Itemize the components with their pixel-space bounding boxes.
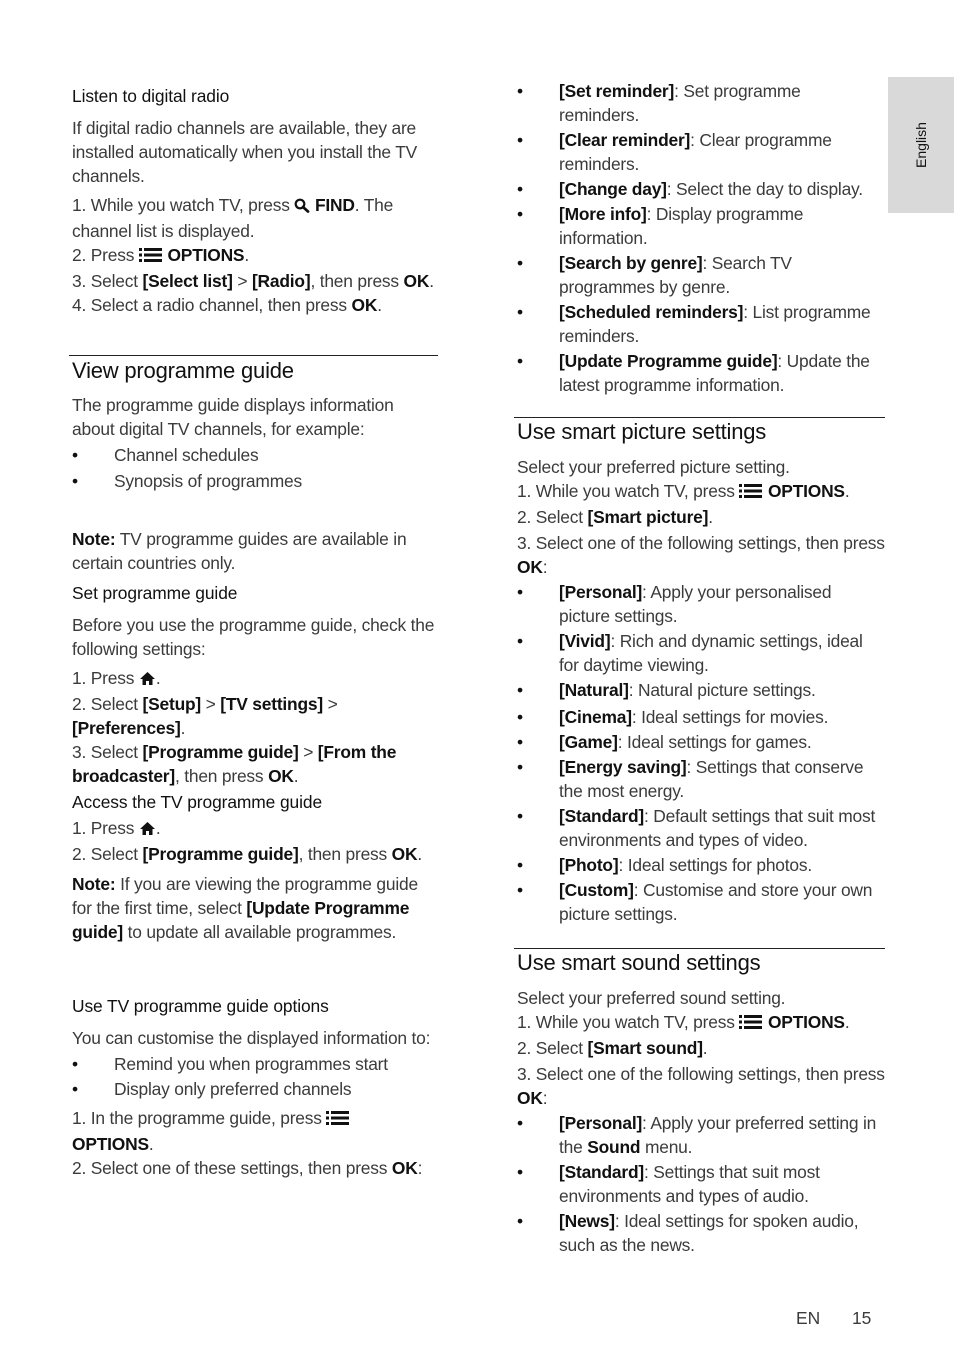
guide-options-step-2: 2. Select one of these settings, then pr… (72, 1158, 423, 1178)
access-guide-step-1: 1. Press . (72, 816, 438, 842)
access-guide-body: 1. Press . 2. Select [Programme guide], … (72, 816, 438, 944)
list-item: • [Scheduled reminders]: List programme r… (517, 302, 871, 346)
radio-step-1: 1. While you watch TV, press FIND. The c… (72, 195, 394, 241)
section-title-access-guide: Access the TV programme guide (72, 792, 323, 812)
list-item: • [Cinema]: Ideal settings for movies. (517, 707, 829, 727)
list-item: • [Game]: Ideal settings for games. (517, 732, 812, 752)
set-guide-step-3: 3. Select [Programme guide] > [From the … (72, 742, 397, 786)
guide-options-step-1: 1. In the programme guide, press OPTIONS… (72, 1106, 438, 1156)
guide-options-body: You can customise the displayed informat… (72, 1026, 438, 1180)
footer-language: EN (796, 1308, 821, 1328)
digital-radio-intro: If digital radio channels are available,… (72, 118, 418, 186)
options-menu-icon (739, 1012, 763, 1036)
set-guide-step-2: 2. Select [Setup] > [TV settings] > [Pre… (72, 694, 338, 738)
access-guide-note: Note: If you are viewing the programme g… (72, 874, 418, 942)
heading-view-programme-guide: View programme guide (72, 358, 294, 383)
list-item: • Display only preferred channels (72, 1079, 352, 1099)
radio-step-2: 2. Press OPTIONS. (72, 243, 438, 269)
set-guide-step-1: 1. Press . (72, 666, 438, 692)
language-tab-label: English (913, 122, 929, 168)
options-menu-icon (739, 481, 763, 505)
section-title-digital-radio: Listen to digital radio (72, 86, 230, 106)
list-item: • [Standard]: Default settings that suit … (517, 806, 876, 850)
list-item: • [Set reminder]: Set programme reminders… (517, 81, 801, 125)
options-menu-icon (326, 1108, 350, 1132)
heading-smart-sound: Use smart sound settings (517, 950, 761, 975)
page-number: 15 (852, 1308, 872, 1328)
smart-picture-body: Select your preferred picture setting. 1… (517, 455, 885, 702)
list-item: • [Update Programme guide]: Update the la… (517, 351, 870, 395)
smart-sound-step-3: 3. Select one of the following settings,… (517, 1064, 885, 1108)
search-icon (294, 195, 310, 219)
smart-sound-intro: Select your preferred sound setting. (517, 988, 786, 1008)
smart-picture-step-2: 2. Select [Smart picture]. (517, 507, 713, 527)
set-guide-body: Before you use the programme guide, chec… (72, 613, 438, 788)
home-icon (139, 668, 156, 692)
list-item: • Remind you when programmes start (72, 1054, 388, 1074)
guide-options-list: • [Set reminder]: Set programme reminders… (517, 79, 885, 397)
access-guide-step-2: 2. Select [Programme guide], then press … (72, 844, 422, 864)
list-item: • Channel schedules (72, 445, 259, 465)
smart-sound-step-1: 1. While you watch TV, press OPTIONS. (517, 1010, 885, 1036)
list-item: • [Energy saving]: Settings that conserve… (517, 757, 864, 801)
section-title-set-programme-guide: Set programme guide (72, 583, 238, 603)
list-item: • [More info]: Display programme informat… (517, 204, 804, 248)
programme-guide-note: Note: TV programme guides are available … (72, 529, 407, 573)
list-item: • [Vivid]: Rich and dynamic settings, ide… (517, 631, 863, 675)
home-icon (139, 818, 156, 842)
options-menu-icon (138, 245, 163, 269)
smart-picture-intro: Select your preferred picture setting. (517, 457, 790, 477)
list-item: • [Change day]: Select the day to display… (517, 179, 863, 199)
language-tab: English (888, 77, 954, 213)
smart-picture-step-3: 3. Select one of the following settings,… (517, 533, 885, 577)
list-item: • [Clear reminder]: Clear programme remin… (517, 130, 832, 174)
list-item: • [Personal]: Apply your preferred settin… (517, 1113, 877, 1157)
list-item: • Synopsis of programmes (72, 471, 302, 491)
programme-guide-body: The programme guide displays information… (72, 393, 438, 493)
radio-step-3: 3. Select [Select list] > [Radio], then … (72, 271, 434, 291)
heading-smart-picture: Use smart picture settings (517, 419, 767, 444)
list-item: • [Photo]: Ideal settings for photos. (517, 855, 812, 875)
smart-picture-more-items: • [Cinema]: Ideal settings for movies. •[… (517, 705, 885, 926)
smart-picture-step-1: 1. While you watch TV, press OPTIONS. (517, 479, 885, 505)
radio-step-4: 4. Select a radio channel, then press OK… (72, 295, 382, 315)
guide-options-intro: You can customise the displayed informat… (72, 1028, 431, 1048)
section-divider (69, 355, 438, 356)
section-title-guide-options: Use TV programme guide options (72, 996, 329, 1016)
list-item: • [Standard]: Settings that suit most env… (517, 1162, 820, 1206)
smart-sound-body: Select your preferred sound setting. 1. … (517, 986, 885, 1257)
programme-guide-intro: The programme guide displays information… (72, 395, 394, 439)
list-item: • [Search by genre]: Search TV programmes… (517, 253, 792, 297)
list-item: • [Natural]: Natural picture settings. (517, 680, 816, 700)
list-item: • [Personal]: Apply your personalised pic… (517, 582, 832, 626)
list-item: • [Custom]: Customise and store your own … (517, 880, 873, 924)
digital-radio-body: If digital radio channels are available,… (72, 116, 438, 317)
list-item: • [News]: Ideal settings for spoken audio… (517, 1211, 859, 1255)
smart-sound-step-2: 2. Select [Smart sound]. (517, 1038, 708, 1058)
set-guide-intro: Before you use the programme guide, chec… (72, 615, 435, 659)
